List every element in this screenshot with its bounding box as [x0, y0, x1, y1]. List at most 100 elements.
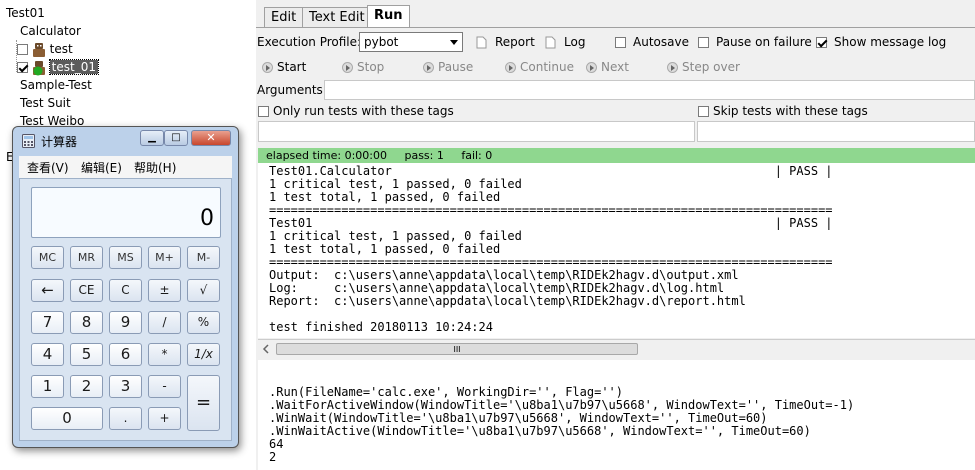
tree-item-label: Test Suit — [20, 96, 71, 110]
test-checkbox[interactable] — [17, 44, 28, 55]
scroll-grip: III — [453, 345, 461, 354]
menu-edit[interactable]: 编辑(E) — [81, 159, 122, 176]
key-7[interactable]: 7 — [31, 311, 64, 334]
skip-tags-check[interactable] — [698, 106, 709, 117]
start-button[interactable]: Start — [262, 59, 306, 75]
tab-edit[interactable]: Edit — [264, 7, 304, 27]
autosave-checkbox[interactable]: Autosave — [615, 34, 689, 50]
key-negate[interactable]: ± — [148, 279, 181, 302]
key-0[interactable]: 0 — [31, 407, 103, 430]
minimize-button[interactable]: ▁ — [140, 130, 164, 146]
calculator-body: 0 MC MR MS M+ M- ← CE C ± √ 7 8 9 / % 4 … — [19, 178, 232, 441]
key-m-minus[interactable]: M- — [187, 246, 220, 269]
key-backspace[interactable]: ← — [31, 279, 64, 302]
message-log-line: 2 — [269, 450, 277, 464]
message-log-pane[interactable]: .Run(FileName='calc.exe', WorkingDir='',… — [258, 360, 975, 470]
next-button[interactable]: Next — [586, 59, 629, 75]
tree-item-calculator[interactable]: Calculator — [20, 23, 81, 39]
stop-label: Stop — [357, 60, 385, 74]
maximize-button[interactable]: □ — [164, 130, 188, 146]
key-8[interactable]: 8 — [70, 311, 103, 334]
tree-item-label: Test01 — [6, 6, 45, 20]
message-log-text: .Run(FileName='calc.exe', WorkingDir='',… — [258, 360, 975, 464]
key-1[interactable]: 1 — [31, 375, 64, 398]
start-icon — [262, 62, 273, 73]
pause-on-failure-check[interactable] — [698, 37, 709, 48]
show-message-log-label: Show message log — [834, 35, 947, 49]
only-run-tags-checkbox[interactable]: Only run tests with these tags — [258, 103, 454, 119]
skip-tags-label: Skip tests with these tags — [713, 104, 868, 118]
key-reciprocal[interactable]: 1/x — [187, 343, 220, 366]
log-button[interactable]: Log — [545, 34, 585, 50]
tab-text-edit[interactable]: Text Edit — [302, 7, 372, 27]
key-ms[interactable]: MS — [109, 246, 142, 269]
autosave-label: Autosave — [633, 35, 689, 49]
robot-pass-icon — [32, 60, 45, 75]
key-5[interactable]: 5 — [70, 343, 103, 366]
stop-button[interactable]: Stop — [342, 59, 384, 75]
key-add[interactable]: + — [148, 407, 181, 430]
report-label: Report — [495, 35, 535, 49]
calculator-titlebar[interactable]: 计算器 ▁ □ ✕ — [13, 127, 238, 153]
step-over-button[interactable]: Step over — [667, 59, 740, 75]
pause-on-failure-checkbox[interactable]: Pause on failure — [698, 34, 812, 50]
output-horizontal-scrollbar[interactable]: III — [258, 339, 975, 358]
key-multiply[interactable]: * — [148, 343, 181, 366]
key-mc[interactable]: MC — [31, 246, 64, 269]
include-tags-input[interactable] — [258, 121, 695, 142]
show-message-log-checkbox[interactable]: Show message log — [816, 34, 946, 50]
output-line: test finished 20180113 10:24:24 — [269, 320, 493, 334]
menu-help[interactable]: 帮助(H) — [134, 159, 176, 176]
tree-item-test[interactable]: test — [17, 41, 73, 58]
start-label: Start — [277, 60, 307, 74]
pause-button[interactable]: Pause — [423, 59, 473, 75]
scroll-thumb[interactable]: III — [276, 343, 638, 355]
show-message-log-check[interactable] — [816, 37, 827, 48]
key-equals[interactable]: = — [187, 375, 220, 431]
pause-icon — [423, 62, 434, 73]
calculator-window[interactable]: 计算器 ▁ □ ✕ 查看(V) 编辑(E) 帮助(H) 0 MC MR MS M… — [12, 126, 239, 448]
report-button[interactable]: Report — [476, 34, 535, 50]
key-subtract[interactable]: - — [148, 375, 181, 398]
tab-run[interactable]: Run — [367, 5, 410, 28]
tree-item-test-suit[interactable]: Test Suit — [20, 95, 71, 111]
tree-item-test-01[interactable]: test_01 — [17, 59, 99, 76]
key-c[interactable]: C — [109, 279, 142, 302]
key-3[interactable]: 3 — [109, 375, 142, 398]
test-01-checkbox[interactable] — [17, 62, 28, 73]
execution-profile-select[interactable]: pybot — [359, 32, 463, 52]
only-run-tags-check[interactable] — [258, 106, 269, 117]
key-mr[interactable]: MR — [70, 246, 103, 269]
tree-item-test01[interactable]: Test01 — [6, 5, 45, 21]
exclude-tags-input[interactable] — [697, 121, 975, 142]
key-6[interactable]: 6 — [109, 343, 142, 366]
autosave-check[interactable] — [615, 37, 626, 48]
scroll-left-icon[interactable] — [260, 343, 273, 355]
tab-label: Run — [374, 8, 403, 23]
key-ce[interactable]: CE — [70, 279, 103, 302]
calculator-menubar: 查看(V) 编辑(E) 帮助(H) — [19, 156, 232, 178]
output-pane[interactable]: Test01.Calculator | PASS | 1 critical tes… — [258, 163, 975, 338]
message-log-line: 64 — [269, 437, 284, 451]
arguments-input[interactable] — [324, 80, 975, 100]
display-value: 0 — [200, 206, 214, 231]
close-button[interactable]: ✕ — [191, 130, 231, 146]
key-percent[interactable]: % — [187, 311, 220, 334]
execution-profile-label: Execution Profile: — [257, 35, 362, 49]
key-4[interactable]: 4 — [31, 343, 64, 366]
status-text: elapsed time: 0:00:00 pass: 1 fail: 0 — [266, 149, 493, 162]
key-2[interactable]: 2 — [70, 375, 103, 398]
key-sqrt[interactable]: √ — [187, 279, 220, 302]
key-divide[interactable]: / — [148, 311, 181, 334]
message-log-line: .WinWaitActive(WindowTitle='\u8ba1\u7b97… — [269, 424, 811, 438]
menu-view[interactable]: 查看(V) — [27, 159, 69, 176]
key-m-plus[interactable]: M+ — [148, 246, 181, 269]
key-9[interactable]: 9 — [109, 311, 142, 334]
key-decimal[interactable]: . — [109, 407, 142, 430]
message-log-line — [269, 360, 975, 373]
continue-button[interactable]: Continue — [505, 59, 574, 75]
calculator-display: 0 — [31, 187, 221, 238]
execution-profile-value: pybot — [364, 35, 399, 49]
skip-tags-checkbox[interactable]: Skip tests with these tags — [698, 103, 868, 119]
tree-item-sample-test[interactable]: Sample-Test — [20, 77, 92, 93]
